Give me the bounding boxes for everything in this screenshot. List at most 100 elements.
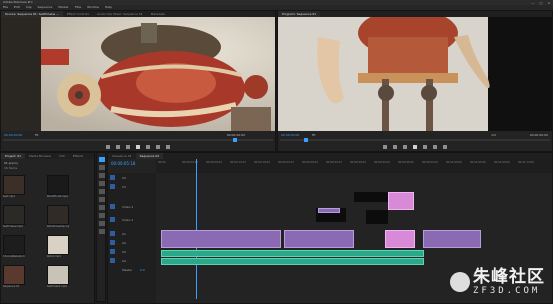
timeline-clip[interactable] — [423, 230, 481, 248]
track-toggle-v1[interactable] — [110, 217, 115, 222]
track-select-tool-icon[interactable] — [99, 165, 105, 170]
program-timecode-right: 00:00:00:00 — [529, 133, 548, 137]
track-name-v4: V4 — [122, 176, 126, 180]
mark-out-icon[interactable] — [116, 144, 120, 149]
track-toggle-a4[interactable] — [110, 258, 115, 263]
timeline-clip[interactable] — [284, 230, 354, 248]
rate-stretch-tool-icon[interactable] — [99, 189, 105, 194]
lift-icon[interactable] — [433, 144, 437, 149]
maximize-icon[interactable]: □ — [539, 1, 543, 5]
project-item[interactable]: ChocolateGrab.mp4 — [3, 235, 25, 263]
project-item[interactable]: teaTime01.mp4 — [47, 265, 69, 293]
pen-tool-icon[interactable] — [99, 213, 105, 218]
project-item-label: RobotCloseUp.mp4 — [47, 225, 69, 228]
tab-info[interactable]: Info — [55, 153, 69, 159]
step-forward-icon[interactable] — [146, 144, 150, 149]
project-item-label: RobotFinish.mp4 — [47, 195, 68, 198]
timeline-timecode[interactable]: 00:00:05:18 — [111, 161, 135, 166]
program-viewer[interactable] — [278, 17, 552, 131]
slip-tool-icon[interactable] — [99, 205, 105, 210]
minimize-icon[interactable]: — — [531, 1, 535, 5]
track-toggle-a3[interactable] — [110, 249, 115, 254]
zoom-tool-icon[interactable] — [99, 229, 105, 234]
timeline-clip[interactable] — [385, 230, 415, 248]
project-item[interactable]: Sequence 01 — [3, 265, 25, 293]
tab-media-browser[interactable]: Media Browser — [25, 153, 55, 159]
program-scrubber[interactable] — [280, 138, 550, 142]
project-item[interactable]: teaT.mp4 — [3, 175, 25, 203]
project-item[interactable]: RobotFinish.mp4 — [47, 175, 69, 203]
track-toggle-v4[interactable] — [110, 175, 115, 180]
program-zoom-select[interactable]: Fit — [312, 133, 316, 137]
selection-tool-icon[interactable] — [99, 157, 105, 162]
timeline-clip[interactable] — [388, 192, 414, 210]
project-tab-row: Project: 01 Media Browser Info Effects — [1, 153, 94, 159]
overwrite-icon[interactable] — [166, 144, 170, 149]
source-scrubber[interactable] — [3, 138, 273, 142]
timeline-audio-clip[interactable] — [161, 250, 424, 257]
timeline-clip[interactable] — [161, 230, 281, 248]
ruler-label: 00:00:19:23 — [254, 161, 270, 164]
source-transport — [1, 143, 275, 150]
timeline-clip[interactable] — [366, 210, 388, 224]
track-name-v1: Video 1 — [122, 218, 134, 222]
track-name-a2: A2 — [122, 241, 126, 245]
ripple-edit-tool-icon[interactable] — [99, 173, 105, 178]
razor-tool-icon[interactable] — [99, 197, 105, 202]
source-timecode-right: 00:00:00:00 — [226, 133, 245, 137]
project-item-thumbnail — [3, 235, 25, 255]
step-forward-icon[interactable] — [423, 144, 427, 149]
track-toggle-a2[interactable] — [110, 240, 115, 245]
ruler-label: 00:00:54:22 — [422, 161, 438, 164]
master-volume-value[interactable]: 0.0 — [140, 268, 145, 272]
source-zoom-select[interactable]: Fit — [35, 133, 39, 137]
step-back-icon[interactable] — [126, 144, 130, 149]
close-icon[interactable]: × — [547, 1, 551, 5]
track-toggle-a1[interactable] — [110, 231, 115, 236]
track-headers: V4 V3 Video 2 Video 1 A1 A2 A3 A4 Master… — [108, 173, 156, 303]
program-timecode-left[interactable]: 00:00:00:00 — [281, 133, 299, 137]
ruler-label: 00:00:39:23 — [350, 161, 366, 164]
project-item-thumbnail — [3, 265, 25, 285]
play-icon[interactable] — [413, 144, 417, 149]
timeline-ruler[interactable]: 00:00 00:00:04:23 00:00:09:23 00:00:14:2… — [156, 159, 552, 173]
program-scale-select[interactable]: 1/2 — [491, 133, 496, 137]
source-playhead[interactable] — [233, 138, 237, 142]
watermark-logo-icon — [450, 272, 470, 292]
timeline-audio-clip[interactable] — [161, 258, 424, 265]
extract-icon[interactable] — [443, 144, 447, 149]
ruler-label: 00:01:14:00 — [518, 161, 534, 164]
ruler-label: 00:00:24:23 — [278, 161, 294, 164]
project-item[interactable]: teaTimeLw.mp4 — [3, 205, 25, 233]
track-toggle-v2[interactable] — [110, 204, 115, 209]
program-transport — [278, 143, 552, 150]
tab-effects[interactable]: Effects — [69, 153, 87, 159]
mark-in-icon[interactable] — [383, 144, 387, 149]
timeline-clip[interactable] — [318, 208, 340, 213]
program-frame-image — [278, 17, 552, 131]
program-playhead[interactable] — [304, 138, 308, 142]
tab-project[interactable]: Project: 01 — [1, 153, 26, 159]
project-item-label: teaT.mp4 — [3, 195, 15, 198]
hand-tool-icon[interactable] — [99, 221, 105, 226]
ruler-label: 00:00:34:23 — [326, 161, 342, 164]
mark-in-icon[interactable] — [106, 144, 110, 149]
track-name-a1: A1 — [122, 232, 126, 236]
mark-out-icon[interactable] — [393, 144, 397, 149]
step-back-icon[interactable] — [403, 144, 407, 149]
timeline-playhead[interactable] — [196, 159, 197, 299]
play-icon[interactable] — [136, 144, 140, 149]
watermark-en: ZF3D.COM — [473, 286, 541, 296]
project-item[interactable]: RobotCloseUp.mp4 — [47, 205, 69, 233]
track-toggle-v3[interactable] — [110, 184, 115, 189]
track-name-a3: A3 — [122, 250, 126, 254]
ruler-label: 00:00:14:23 — [230, 161, 246, 164]
ruler-label: 00:01:00:00 — [446, 161, 462, 164]
project-item-label: teaTimeLw.mp4 — [3, 225, 23, 228]
insert-icon[interactable] — [156, 144, 160, 149]
source-timecode-left[interactable]: 00:00:00:00 — [4, 133, 22, 137]
project-item[interactable]: Robot.mp4 — [47, 235, 69, 263]
timeline-clip[interactable] — [354, 192, 392, 202]
source-viewer[interactable] — [1, 17, 275, 131]
rolling-edit-tool-icon[interactable] — [99, 181, 105, 186]
